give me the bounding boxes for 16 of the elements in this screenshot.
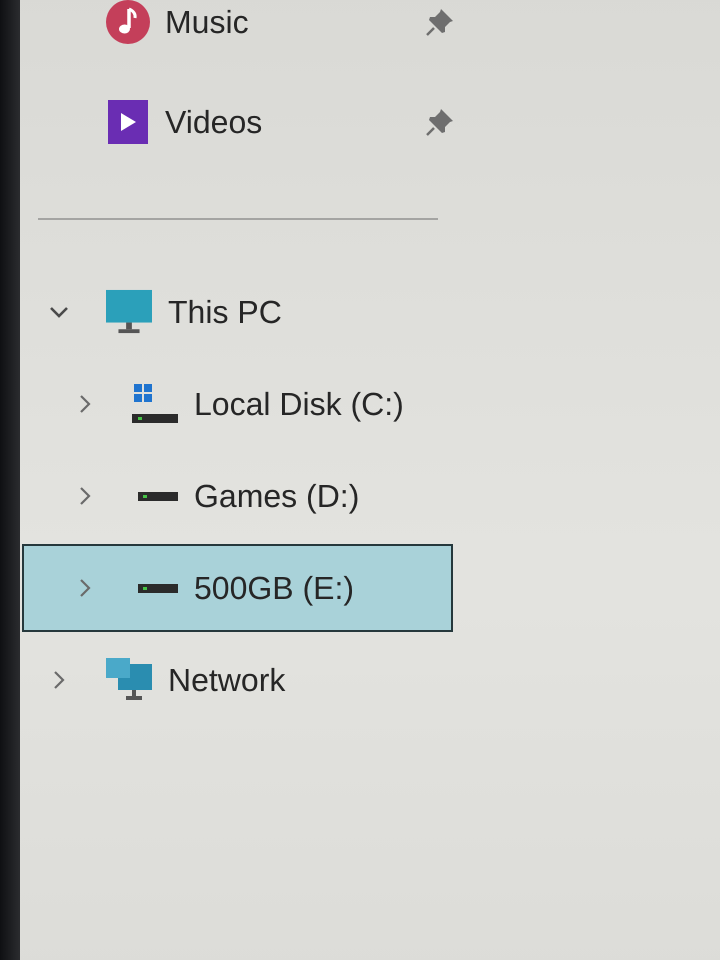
tree-item[interactable]: Local Disk (C:) [22, 360, 453, 448]
tree-item[interactable]: 500GB (E:) [22, 544, 453, 632]
tree-item[interactable]: Games (D:) [22, 452, 453, 540]
pin-icon[interactable] [425, 7, 455, 37]
music-note-icon [106, 0, 150, 44]
nav-item[interactable]: Videos [20, 100, 455, 144]
pin-icon[interactable] [425, 107, 455, 137]
tree-item[interactable]: Network [22, 636, 453, 724]
drive-icon [138, 492, 178, 500]
monitor-icon [106, 289, 152, 335]
nav-item[interactable]: Music [20, 0, 455, 44]
windows-drive-icon [132, 384, 178, 424]
drive-icon [138, 584, 178, 592]
network-icon [106, 658, 152, 702]
tree-item[interactable]: This PC [22, 268, 453, 356]
video-play-icon [108, 100, 148, 144]
